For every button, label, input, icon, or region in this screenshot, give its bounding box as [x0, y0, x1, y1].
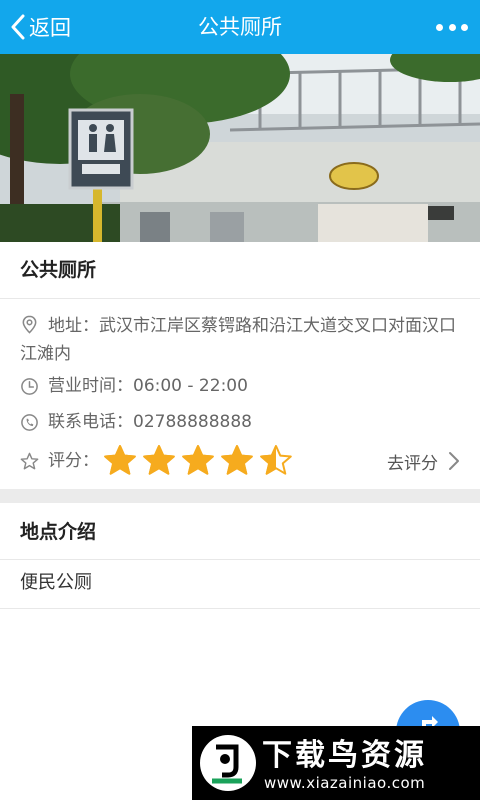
page-title: 公共厕所	[198, 15, 282, 39]
rate-button[interactable]: 去评分	[387, 444, 460, 478]
back-label: 返回	[29, 16, 71, 40]
intro-header: 地点介绍	[0, 503, 480, 560]
more-button[interactable]	[436, 17, 468, 37]
phone-text: 联系电话：02788888888	[48, 412, 252, 432]
phone-line[interactable]: 联系电话：02788888888	[20, 410, 252, 434]
top-bar: 返回 公共厕所	[0, 0, 480, 54]
location-pin-icon	[22, 315, 37, 334]
watermark-url: www.xiazainiao.com	[264, 774, 426, 792]
hours-text: 营业时间：06:00 - 22:00	[48, 376, 248, 396]
star-full-icon	[143, 445, 175, 475]
rate-label: 去评分	[387, 453, 438, 474]
intro-heading: 地点介绍	[20, 521, 97, 543]
section-divider	[0, 489, 480, 503]
star-full-icon	[104, 445, 136, 475]
place-name: 公共厕所	[20, 259, 97, 281]
address-text: 地址：武汉市江岸区蔡锷路和沿江大道交叉口对面汉口江滩内	[20, 316, 456, 364]
chevron-right-icon	[449, 452, 459, 470]
chevron-left-icon	[11, 14, 25, 40]
address-line[interactable]: 地址：武汉市江岸区蔡锷路和沿江大道交叉口对面汉口江滩内	[20, 312, 460, 368]
back-button[interactable]: 返回	[10, 0, 71, 54]
place-name-row: 公共厕所	[0, 242, 480, 299]
rating-row: 评分： 去评分	[20, 444, 460, 478]
intro-body: 便民公厕	[0, 560, 480, 609]
hours-line: 营业时间：06:00 - 22:00	[20, 374, 248, 398]
phone-icon	[21, 414, 38, 431]
star-full-icon	[182, 445, 214, 475]
star-half-icon	[260, 445, 292, 475]
rating-stars	[103, 444, 298, 478]
watermark: 下载鸟资源 www.xiazainiao.com	[192, 726, 480, 800]
more-dots-icon	[436, 23, 443, 31]
watermark-title: 下载鸟资源	[262, 738, 427, 773]
rating-label: 评分：	[48, 451, 99, 471]
place-photo	[0, 54, 480, 242]
clock-icon	[21, 378, 38, 395]
intro-text: 便民公厕	[20, 572, 92, 593]
watermark-logo	[200, 735, 256, 791]
star-full-icon	[221, 445, 253, 475]
